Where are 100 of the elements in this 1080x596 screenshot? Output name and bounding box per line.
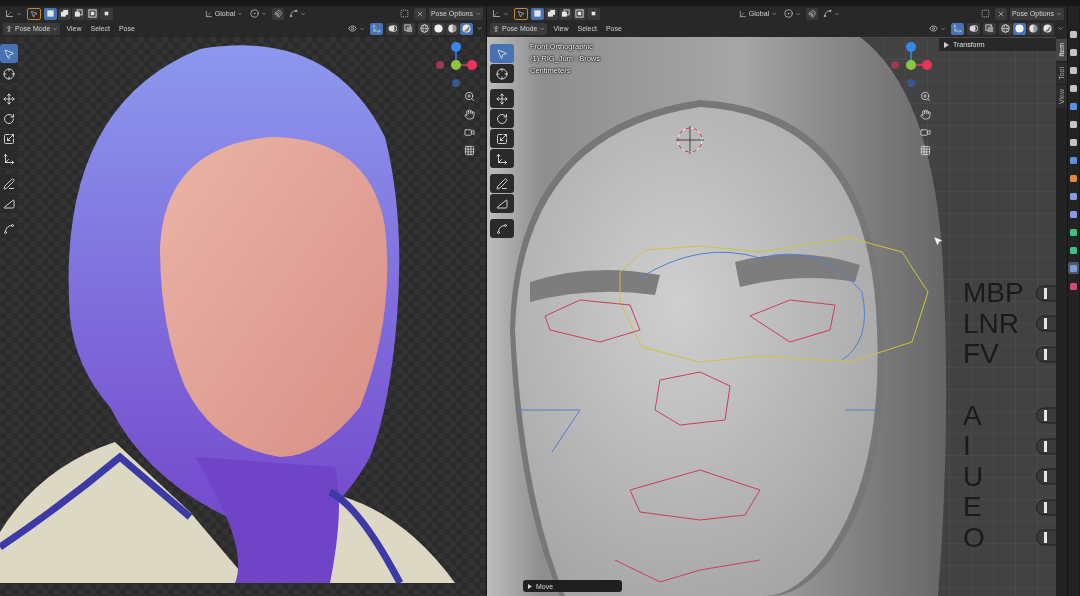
tool-button[interactable] bbox=[0, 64, 18, 83]
slider-handle-icon[interactable] bbox=[1035, 345, 1056, 363]
chevron-down-icon[interactable] bbox=[1057, 25, 1064, 32]
chevron-down-icon bbox=[539, 25, 546, 32]
xray-button[interactable] bbox=[983, 22, 996, 35]
selection-mode-button[interactable] bbox=[100, 7, 113, 20]
pointer-icon bbox=[517, 9, 525, 18]
snap-button[interactable] bbox=[272, 7, 285, 20]
axis-lock-button[interactable] bbox=[413, 7, 426, 20]
tool-button[interactable] bbox=[490, 64, 514, 83]
axes-icon bbox=[204, 9, 213, 18]
snap-button[interactable] bbox=[806, 7, 819, 20]
scale-icon bbox=[496, 132, 508, 145]
rendered-sphere-icon bbox=[1043, 24, 1052, 33]
selection-mode-button[interactable] bbox=[44, 7, 57, 20]
cross-icon bbox=[415, 9, 424, 18]
tool-button[interactable] bbox=[490, 89, 514, 108]
tool-button[interactable] bbox=[490, 129, 514, 148]
selection-mode-button[interactable] bbox=[72, 7, 85, 20]
selection-mode-button[interactable] bbox=[86, 7, 99, 20]
mirror-button[interactable] bbox=[397, 7, 411, 20]
transform-axes-icon bbox=[372, 24, 381, 33]
tool-button[interactable] bbox=[0, 174, 18, 193]
cross-icon bbox=[996, 9, 1005, 18]
editor-type-button[interactable] bbox=[490, 7, 511, 20]
grid-button[interactable] bbox=[462, 143, 477, 158]
crosshair-cursor-icon bbox=[676, 126, 704, 154]
axes-icon bbox=[738, 9, 747, 18]
shaded-sphere-icon bbox=[1029, 24, 1038, 33]
visibility-button[interactable] bbox=[346, 22, 367, 35]
editor-type-button[interactable] bbox=[3, 7, 24, 20]
gizmo-toggle-button[interactable] bbox=[370, 22, 383, 35]
squares-icon bbox=[60, 9, 69, 18]
move-arrows-icon bbox=[496, 92, 508, 105]
stacked-squares-icon bbox=[404, 24, 413, 33]
slider-handle-icon[interactable] bbox=[1035, 498, 1056, 516]
shading-mode-button[interactable] bbox=[1041, 22, 1054, 35]
slider-handle-icon[interactable] bbox=[1035, 407, 1056, 425]
select-tool-button[interactable] bbox=[27, 7, 41, 20]
chevron-down-icon bbox=[52, 25, 59, 32]
tool-button[interactable] bbox=[0, 219, 18, 238]
shading-mode-button[interactable] bbox=[418, 22, 431, 35]
shading-mode-button[interactable] bbox=[999, 22, 1012, 35]
visibility-button[interactable] bbox=[927, 22, 948, 35]
tool-button[interactable] bbox=[0, 129, 18, 148]
tool-button[interactable] bbox=[490, 149, 514, 168]
tool-button[interactable] bbox=[490, 194, 514, 213]
curve-icon bbox=[3, 222, 15, 235]
crosshair-icon bbox=[496, 67, 508, 80]
shading-mode-button[interactable] bbox=[432, 22, 445, 35]
tool-button[interactable] bbox=[490, 174, 514, 193]
chevron-down-icon[interactable] bbox=[476, 25, 483, 32]
tool-button[interactable] bbox=[490, 109, 514, 128]
grid-button[interactable] bbox=[918, 143, 933, 158]
overlay-button[interactable] bbox=[967, 22, 980, 35]
tool-button[interactable] bbox=[490, 219, 514, 238]
tool-button[interactable] bbox=[0, 109, 18, 128]
chevron-down-icon bbox=[834, 10, 841, 17]
chevron-down-icon bbox=[795, 10, 802, 17]
gizmo-toggle-button[interactable] bbox=[951, 22, 964, 35]
selection-mode-button[interactable] bbox=[587, 7, 600, 20]
slider-handle-icon[interactable] bbox=[1035, 284, 1056, 302]
transform-axes-icon bbox=[496, 152, 508, 165]
shading-mode-button[interactable] bbox=[446, 22, 459, 35]
selection-mode-button[interactable] bbox=[531, 7, 544, 20]
pointer-icon bbox=[496, 47, 508, 60]
rotate-icon bbox=[496, 112, 508, 125]
zoom-button[interactable] bbox=[918, 89, 933, 104]
selection-mode-button[interactable] bbox=[545, 7, 558, 20]
squares-icon bbox=[88, 9, 97, 18]
solid-sphere-icon bbox=[434, 24, 443, 33]
zoom-button[interactable] bbox=[462, 89, 477, 104]
slider-handle-icon[interactable] bbox=[1035, 437, 1056, 455]
selection-mode-button[interactable] bbox=[559, 7, 572, 20]
wireframe-sphere-icon bbox=[1001, 24, 1010, 33]
pointer-icon bbox=[3, 47, 15, 60]
selection-mode-button[interactable] bbox=[58, 7, 71, 20]
shading-mode-button[interactable] bbox=[1013, 22, 1026, 35]
pan-button[interactable] bbox=[918, 107, 933, 122]
chevron-down-icon bbox=[300, 10, 307, 17]
zoom-icon bbox=[464, 91, 475, 102]
slider-handle-icon[interactable] bbox=[1035, 315, 1056, 333]
ring-dot-icon bbox=[784, 9, 794, 18]
chevron-down-icon bbox=[359, 25, 365, 32]
squares-icon bbox=[46, 9, 55, 18]
pan-button[interactable] bbox=[462, 107, 477, 122]
overlay-button[interactable] bbox=[386, 22, 399, 35]
transform-axes-icon bbox=[953, 24, 962, 33]
mirror-button[interactable] bbox=[978, 7, 992, 20]
slider-handle-icon[interactable] bbox=[1035, 529, 1056, 547]
tool-button[interactable] bbox=[0, 194, 18, 213]
axis-lock-button[interactable] bbox=[994, 7, 1007, 20]
shading-mode-button[interactable] bbox=[460, 22, 473, 35]
shading-mode-button[interactable] bbox=[1027, 22, 1040, 35]
xray-button[interactable] bbox=[402, 22, 415, 35]
select-tool-button[interactable] bbox=[514, 7, 528, 20]
mouse-pointer-icon bbox=[933, 236, 943, 246]
camera-icon bbox=[920, 127, 931, 138]
slider-handle-icon[interactable] bbox=[1035, 468, 1056, 486]
selection-mode-button[interactable] bbox=[573, 7, 586, 20]
